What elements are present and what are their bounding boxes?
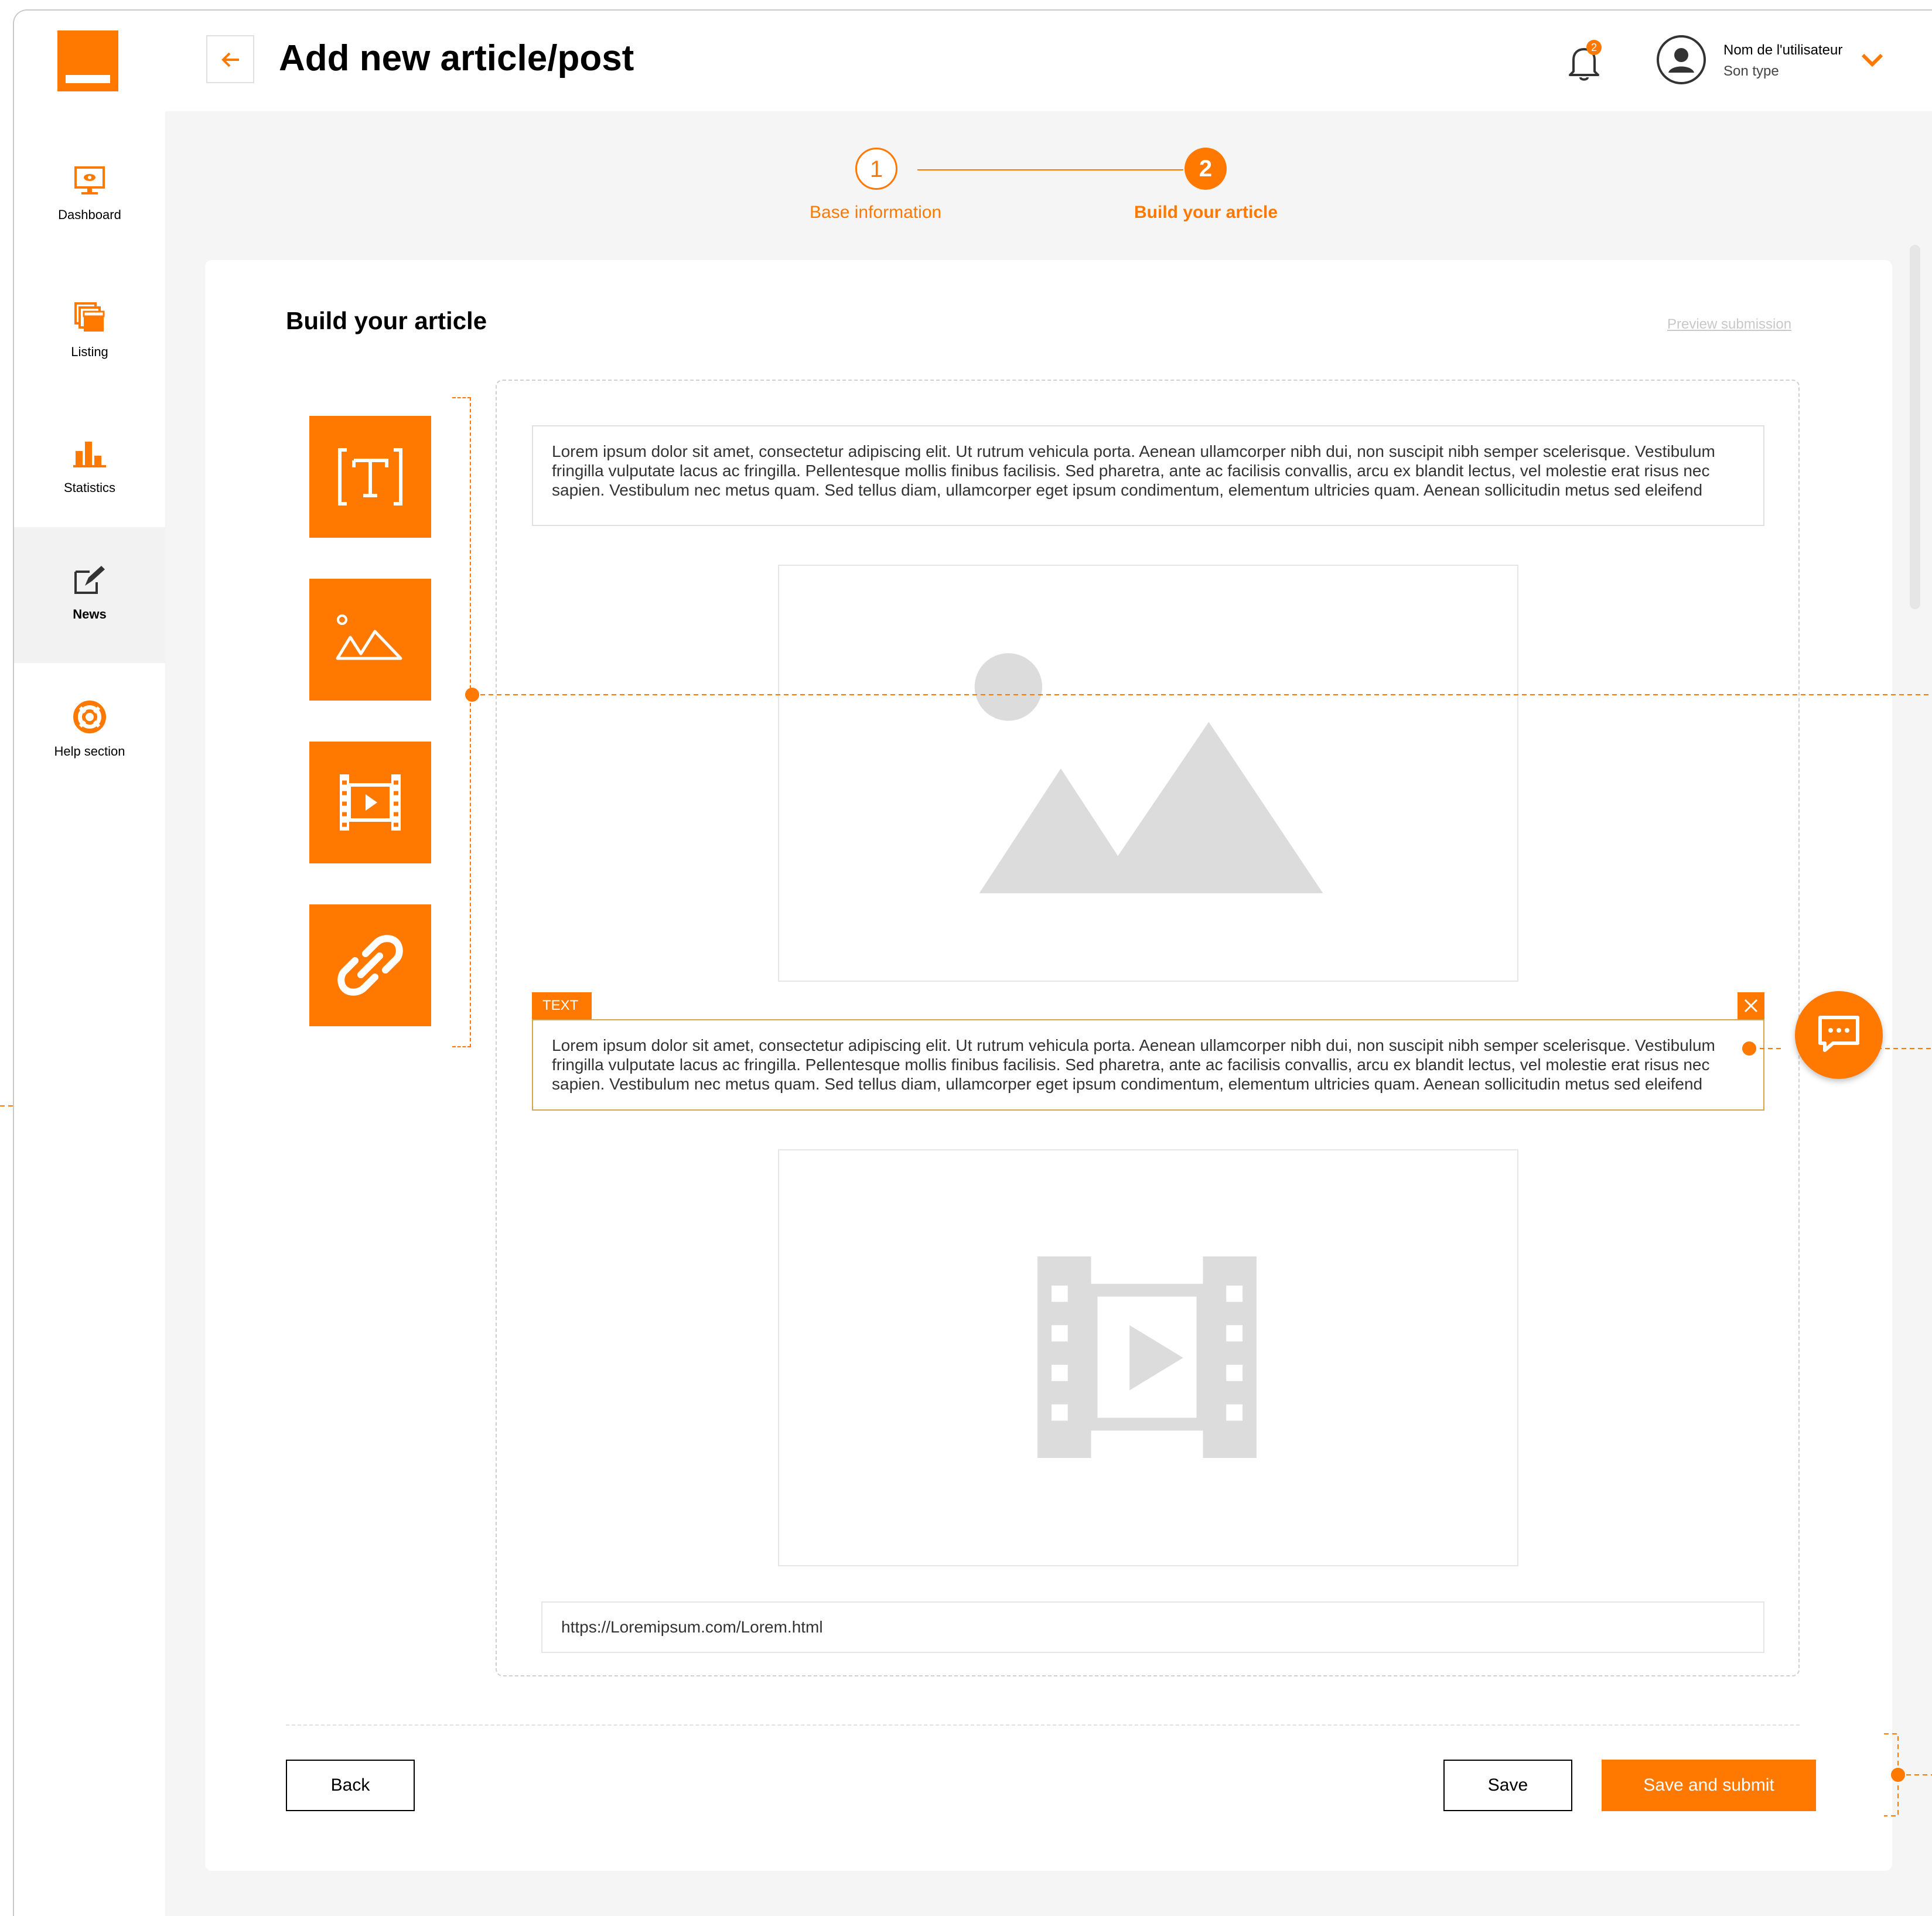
image-placeholder-icon xyxy=(974,653,1323,893)
toolbox-bracket xyxy=(452,397,471,1047)
sidebar-item-news[interactable]: News xyxy=(14,527,165,663)
link-block-icon xyxy=(337,935,403,996)
sidebar-item-statistics[interactable]: Statistics xyxy=(14,401,165,537)
step-1-label[interactable]: Base information xyxy=(810,203,941,223)
text-block[interactable]: Lorem ipsum dolor sit amet, consectetur … xyxy=(532,425,1764,526)
back-arrow-button[interactable] xyxy=(206,35,254,83)
text-block-icon xyxy=(338,448,402,506)
scrollbar[interactable] xyxy=(1910,245,1920,609)
step-2-label[interactable]: Build your article xyxy=(1134,203,1278,223)
user-type: Son type xyxy=(1723,63,1779,79)
video-block-icon xyxy=(340,774,401,831)
save-and-submit-button[interactable]: Save and submit xyxy=(1602,1760,1816,1811)
monitor-eye-icon xyxy=(74,166,105,194)
text-block-selected[interactable]: Lorem ipsum dolor sit amet, consectetur … xyxy=(532,1019,1764,1111)
sidebar-item-label: Help section xyxy=(54,744,125,759)
sidebar-item-label: Dashboard xyxy=(58,207,121,222)
add-link-block-button[interactable] xyxy=(309,904,431,1026)
card-title: Build your article xyxy=(286,307,487,334)
image-block-icon xyxy=(336,614,402,660)
user-name: Nom de l'utilisateur xyxy=(1723,42,1843,58)
save-button[interactable]: Save xyxy=(1443,1760,1572,1811)
add-video-block-button[interactable] xyxy=(309,742,431,863)
app-window: Dashboard Listing Statistics News Help s… xyxy=(13,9,1932,1916)
sidebar-item-label: News xyxy=(73,607,107,621)
arrow-left-icon xyxy=(221,52,239,67)
sidebar-item-label: Statistics xyxy=(63,480,116,495)
lifebuoy-icon xyxy=(73,701,106,733)
text-block-tag: TEXT xyxy=(532,992,592,1019)
user-avatar-icon[interactable] xyxy=(1655,34,1707,86)
edit-note-icon xyxy=(74,566,105,594)
step-1-circle[interactable]: 1 xyxy=(855,148,897,190)
sidebar-item-help[interactable]: Help section xyxy=(14,664,165,800)
sidebar-item-label: Listing xyxy=(71,344,108,359)
step-2-circle[interactable]: 2 xyxy=(1185,148,1227,190)
link-url-input[interactable] xyxy=(541,1601,1764,1653)
sidebar-item-listing[interactable]: Listing xyxy=(14,265,165,401)
remove-block-button[interactable] xyxy=(1738,992,1764,1019)
step-connector xyxy=(917,169,1183,170)
notification-badge: 2 xyxy=(1586,40,1602,55)
chevron-down-icon[interactable] xyxy=(1859,50,1885,70)
article-builder-card: Build your article Preview submission Lo… xyxy=(205,260,1892,1871)
back-button[interactable]: Back xyxy=(286,1760,415,1811)
video-block[interactable] xyxy=(778,1149,1518,1566)
sidebar-item-dashboard[interactable]: Dashboard xyxy=(14,128,165,264)
bar-chart-icon xyxy=(73,442,106,467)
page-title: Add new article/post xyxy=(279,38,634,78)
chat-bubble-icon xyxy=(1818,1016,1859,1052)
preview-submission-link[interactable]: Preview submission xyxy=(1667,316,1791,333)
chat-button[interactable] xyxy=(1795,991,1883,1079)
brand-logo[interactable] xyxy=(57,30,118,91)
stacked-pages-icon xyxy=(74,302,105,332)
close-icon xyxy=(1744,999,1758,1013)
add-text-block-button[interactable] xyxy=(309,416,431,538)
image-block[interactable] xyxy=(778,565,1518,982)
footer-divider xyxy=(286,1724,1800,1726)
sidebar: Dashboard Listing Statistics News Help s… xyxy=(14,11,165,1916)
video-placeholder-icon xyxy=(1037,1256,1257,1459)
add-image-block-button[interactable] xyxy=(309,579,431,701)
